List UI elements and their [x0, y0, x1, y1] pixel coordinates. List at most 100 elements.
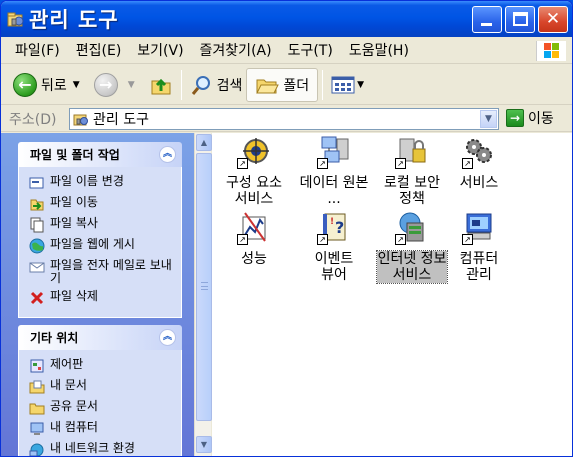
shortcut-arrow-icon: ↗ [395, 234, 406, 245]
file-tasks-panel: 파일 및 폴더 작업 ︽ 파일 이름 변경 파일 이동 파일 복사 파일을 웹에… [18, 142, 182, 318]
forward-arrow-icon: → [93, 72, 118, 97]
item-label: 서비스 [459, 175, 499, 191]
folders-label: 폴더 [283, 77, 310, 94]
back-button[interactable]: ← 뒤로 ▼ [9, 68, 90, 102]
minimize-button[interactable] [472, 6, 502, 33]
place-label: 내 컴퓨터 [50, 420, 98, 434]
item-data-sources[interactable]: ↗ 데이터 원본... [294, 135, 374, 207]
place-my-network[interactable]: 내 네트워크 환경 [29, 441, 175, 456]
minimize-icon [481, 23, 492, 26]
place-control-panel[interactable]: 제어판 [29, 358, 175, 374]
menu-edit[interactable]: 편집(E) [68, 40, 130, 62]
item-component-services[interactable]: ↗ 구성 요소 서비스 [214, 135, 294, 207]
folder-up-icon [151, 78, 171, 94]
address-dropdown-button[interactable]: ▼ [480, 110, 497, 128]
go-button[interactable]: → 이동 [506, 108, 554, 128]
delete-icon [30, 291, 44, 305]
collapse-icon[interactable]: ︽ [159, 146, 176, 163]
item-services[interactable]: ↗ 서비스 [439, 135, 519, 191]
search-button[interactable]: 검색 [186, 68, 247, 102]
views-button[interactable]: ▼ [327, 68, 374, 102]
search-icon [191, 75, 210, 95]
item-computer-management[interactable]: ↗ 컴퓨터 관리 [439, 211, 519, 283]
menu-view[interactable]: 보기(V) [129, 40, 191, 62]
shared-documents-icon [29, 403, 45, 415]
web-publish-icon [29, 238, 45, 254]
address-bar: 주소(D) 관리 도구 ▼ → 이동 [1, 106, 572, 132]
menu-tools[interactable]: 도구(T) [280, 40, 341, 62]
menu-file[interactable]: 파일(F) [7, 40, 68, 62]
task-copy[interactable]: 파일 복사 [29, 217, 175, 233]
toolbar-separator [322, 69, 324, 100]
component-services-icon: ↗ [237, 135, 271, 169]
scroll-down-button[interactable]: ▼ [196, 436, 212, 453]
task-label: 파일 이동 [50, 195, 98, 209]
title-bar[interactable]: 관리 도구 ✕ [1, 1, 572, 37]
forward-dropdown-icon[interactable]: ▼ [128, 80, 135, 90]
back-label: 뒤로 [41, 77, 67, 94]
my-computer-icon [30, 422, 44, 435]
move-icon [30, 199, 44, 211]
event-viewer-icon: ? ! ↗ [317, 211, 351, 245]
performance-icon: ↗ [237, 211, 271, 245]
task-publish-web[interactable]: 파일을 웹에 게시 [29, 238, 175, 254]
grip-icon [201, 282, 208, 290]
views-dropdown-icon[interactable]: ▼ [357, 80, 364, 90]
address-value: 관리 도구 [93, 112, 149, 128]
services-icon: ↗ [462, 135, 496, 169]
place-shared-documents[interactable]: 공유 문서 [29, 400, 175, 416]
folders-icon [256, 79, 280, 93]
maximize-button[interactable] [505, 6, 535, 33]
item-label: 성능 [241, 251, 267, 267]
folders-button[interactable]: 폴더 [246, 67, 319, 102]
admin-tools-icon [73, 114, 88, 126]
place-label: 공유 문서 [50, 399, 98, 413]
collapse-icon[interactable]: ︽ [159, 329, 176, 346]
place-my-documents[interactable]: 내 문서 [29, 379, 175, 395]
shortcut-arrow-icon: ↗ [317, 158, 328, 169]
task-move[interactable]: 파일 이동 [29, 196, 175, 212]
place-label: 내 네트워크 환경 [50, 441, 135, 455]
menu-bar: 파일(F) 편집(E) 보기(V) 즐겨찾기(A) 도구(T) 도움말(H) [1, 38, 572, 64]
close-button[interactable]: ✕ [538, 6, 568, 33]
item-event-viewer[interactable]: ? ! ↗ 이벤트 뷰어 [294, 211, 374, 283]
shortcut-arrow-icon: ↗ [317, 234, 328, 245]
maximize-icon [513, 12, 528, 26]
place-label: 내 문서 [50, 378, 87, 392]
shortcut-arrow-icon: ↗ [237, 234, 248, 245]
file-tasks-title: 파일 및 폴더 작업 [30, 148, 120, 162]
iis-icon: ↗ [395, 211, 429, 245]
other-places-panel: 기타 위치 ︽ 제어판 내 문서 공유 문서 내 컴퓨터 내 네트워크 환경 [18, 325, 182, 456]
task-email[interactable]: 파일을 전자 메일로 보내기 [29, 259, 175, 285]
file-tasks-header[interactable]: 파일 및 폴더 작업 ︽ [18, 142, 182, 167]
task-label: 파일 삭제 [50, 289, 98, 303]
task-label: 파일을 웹에 게시 [50, 237, 135, 251]
scroll-thumb[interactable] [196, 153, 212, 421]
address-input[interactable]: 관리 도구 ▼ [69, 108, 499, 130]
my-network-icon [29, 443, 44, 456]
explorer-window: 관리 도구 ✕ 파일(F) 편집(E) 보기(V) 즐겨찾기(A) 도구(T) … [0, 0, 573, 457]
task-delete[interactable]: 파일 삭제 [29, 290, 175, 306]
go-arrow-icon: → [506, 109, 524, 127]
local-security-policy-icon: ↗ [395, 135, 429, 169]
window-title: 관리 도구 [29, 8, 119, 32]
task-pane-scrollbar[interactable]: ▲ ▼ [194, 133, 212, 456]
back-dropdown-icon[interactable]: ▼ [73, 80, 80, 90]
svg-text:!: ! [330, 217, 334, 227]
forward-button[interactable]: → ▼ [90, 68, 145, 102]
computer-management-icon: ↗ [462, 211, 496, 245]
menu-help[interactable]: 도움말(H) [341, 40, 417, 62]
menu-favorites[interactable]: 즐겨찾기(A) [192, 40, 280, 62]
item-label: 컴퓨터 관리 [459, 251, 499, 283]
other-places-header[interactable]: 기타 위치 ︽ [18, 325, 182, 350]
email-icon [29, 262, 45, 273]
up-button[interactable] [145, 68, 177, 102]
place-my-computer[interactable]: 내 컴퓨터 [29, 421, 175, 437]
task-rename[interactable]: 파일 이름 변경 [29, 175, 175, 191]
scroll-up-button[interactable]: ▲ [196, 134, 212, 151]
item-performance[interactable]: ↗ 성능 [214, 211, 294, 267]
shortcut-arrow-icon: ↗ [462, 158, 473, 169]
back-arrow-icon: ← [13, 72, 37, 97]
file-view: ↗ 구성 요소 서비스 ↗ 데이터 원본... ↗ 로컬 보안 정책 ↗ 서비스… [212, 133, 572, 456]
search-label: 검색 [216, 77, 243, 94]
